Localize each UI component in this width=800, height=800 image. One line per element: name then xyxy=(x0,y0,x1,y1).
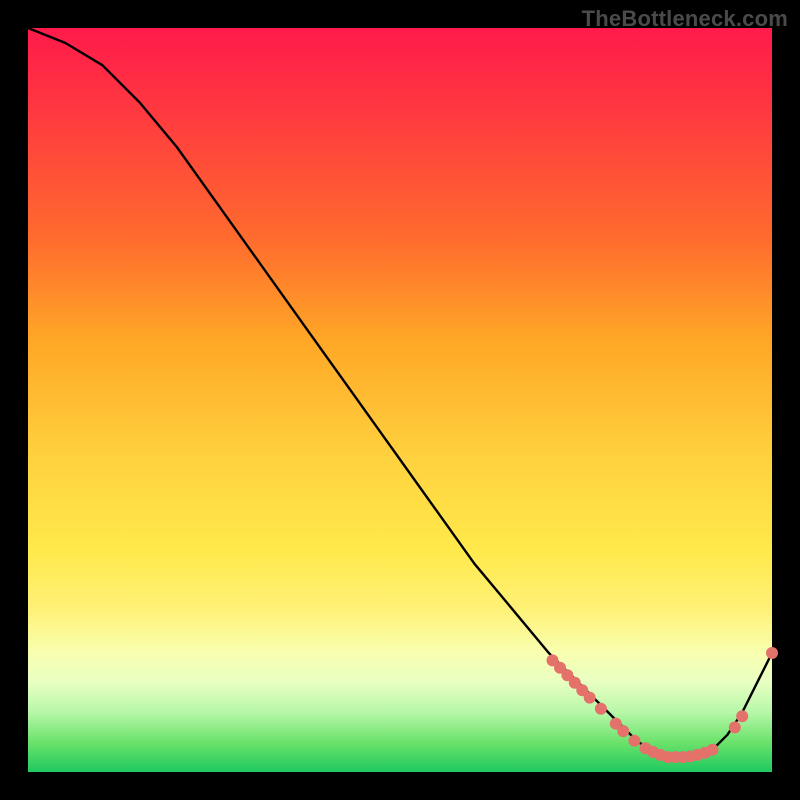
data-marker xyxy=(595,703,607,715)
data-marker xyxy=(729,721,741,733)
data-marker xyxy=(628,735,640,747)
chart-svg xyxy=(28,28,772,772)
data-marker xyxy=(584,692,596,704)
chart-frame: TheBottleneck.com xyxy=(0,0,800,800)
plot-area xyxy=(28,28,772,772)
line-curve xyxy=(28,28,772,757)
data-marker xyxy=(617,725,629,737)
marker-group xyxy=(547,647,779,763)
data-marker xyxy=(766,647,778,659)
data-marker xyxy=(707,744,719,756)
watermark-label: TheBottleneck.com xyxy=(582,6,788,32)
data-marker xyxy=(736,710,748,722)
